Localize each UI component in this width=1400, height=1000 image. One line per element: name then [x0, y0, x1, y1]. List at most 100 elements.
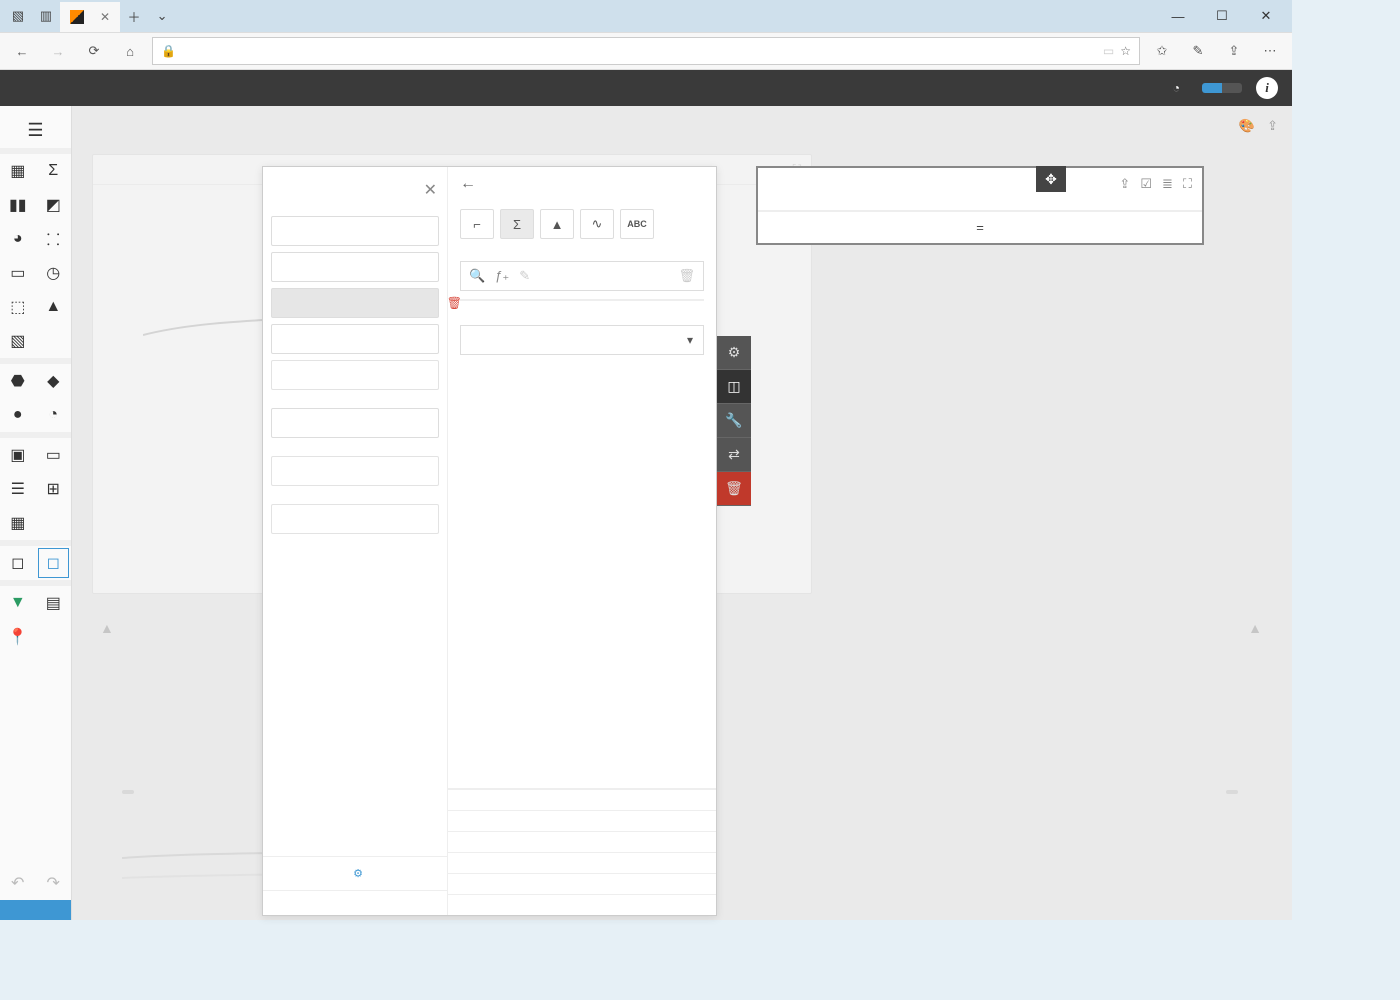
new-tab-icon[interactable]: ＋: [120, 2, 148, 30]
move-handle-icon[interactable]: ✥: [1036, 166, 1066, 192]
window-close-icon[interactable]: ✕: [1244, 2, 1288, 30]
scatter-item-icon[interactable]: ⸬: [36, 222, 72, 256]
combo-filter-icon[interactable]: ▭: [36, 438, 72, 472]
window-minimize-icon[interactable]: —: [1156, 2, 1200, 30]
close-icon[interactable]: ✕: [100, 10, 110, 24]
grid-item-icon[interactable]: ▦: [0, 154, 36, 188]
edit-icon[interactable]: ✎: [519, 268, 530, 284]
range-filter-icon[interactable]: ▣: [0, 438, 36, 472]
window-maximize-icon[interactable]: ☐: [1200, 2, 1244, 30]
pie-map-icon[interactable]: ◔: [36, 398, 72, 432]
editor-footer-tab[interactable]: [263, 890, 447, 915]
filter-icon[interactable]: ≣: [1162, 176, 1173, 192]
pie-item-icon[interactable]: ◕: [0, 222, 36, 256]
data-filtering-button[interactable]: ⚙: [263, 856, 447, 890]
column-editor: ✕ 🗑 ⚙ ← ⌐ Σ: [262, 166, 717, 916]
chart-item-icon[interactable]: ▮▮: [0, 188, 36, 222]
desktop-pill[interactable]: [1202, 83, 1222, 93]
column-width-section[interactable]: [448, 810, 716, 831]
info-icon[interactable]: i: [1256, 77, 1278, 99]
tab-container-icon[interactable]: ◻: [36, 546, 72, 580]
type-delta-icon[interactable]: ▲: [540, 209, 574, 239]
summary-select[interactable]: ▾: [460, 325, 704, 355]
favorites-icon[interactable]: ✩: [1148, 37, 1176, 65]
type-measure-icon[interactable]: Σ: [500, 209, 534, 239]
trash-icon[interactable]: 🗑: [717, 472, 751, 506]
notes-icon[interactable]: ✎: [1184, 37, 1212, 65]
palette-icon[interactable]: 🎨: [1239, 118, 1255, 134]
redo-icon[interactable]: ↷: [36, 866, 72, 900]
reader-icon[interactable]: ▭: [1103, 44, 1114, 58]
viewer-button[interactable]: [0, 900, 71, 920]
forward-icon[interactable]: →: [44, 37, 72, 65]
card-accessories: ▲: [100, 612, 114, 640]
column-item-selected[interactable]: 🗑: [271, 288, 439, 318]
multiselect-icon[interactable]: ☑: [1140, 176, 1152, 192]
totals-section[interactable]: [448, 831, 716, 852]
bound-image-icon[interactable]: ▧: [0, 324, 36, 358]
export-icon[interactable]: ⇪: [1119, 176, 1130, 192]
star-icon[interactable]: ☆: [1120, 44, 1131, 58]
text-item-icon[interactable]: ⬚: [0, 290, 36, 324]
column-item[interactable]: [271, 324, 439, 354]
type-sparkline-icon[interactable]: ∿: [580, 209, 614, 239]
share-icon[interactable]: ⇪: [1220, 37, 1248, 65]
calculations-section[interactable]: [448, 873, 716, 894]
switch-to-viewer-button[interactable]: ◔: [1173, 81, 1188, 95]
pivot-item-icon[interactable]: Σ: [36, 154, 72, 188]
delete-icon[interactable]: 🗑: [447, 296, 462, 310]
type-dimension-icon[interactable]: ⌐: [460, 209, 494, 239]
fx-add-icon[interactable]: ƒ₊: [495, 268, 509, 284]
type-hyperlink-icon[interactable]: ABC: [620, 209, 654, 239]
conditional-formatting-section[interactable]: [448, 852, 716, 873]
refresh-icon[interactable]: ⟳: [80, 37, 108, 65]
funnel-icon[interactable]: ▼: [0, 586, 36, 620]
group-icon[interactable]: ◻: [0, 546, 36, 580]
image-item-icon[interactable]: ▲: [36, 290, 72, 324]
format-section[interactable]: [448, 894, 716, 915]
url-input[interactable]: 🔒 ▭ ☆: [152, 37, 1140, 65]
add-dimension-button[interactable]: [271, 456, 439, 486]
export-icon[interactable]: ⇪: [1267, 118, 1278, 134]
list-filter-icon[interactable]: ☰: [0, 472, 36, 506]
browser-tab[interactable]: ✕: [60, 2, 120, 32]
column-item[interactable]: [271, 252, 439, 282]
summary-type-label: [460, 309, 704, 325]
wrench-icon[interactable]: 🔧: [717, 404, 751, 438]
menu-icon[interactable]: ☰: [16, 112, 56, 148]
tabs-overview-icon[interactable]: ▧: [4, 2, 32, 30]
geopoint-icon[interactable]: ◆: [36, 364, 72, 398]
binding-search[interactable]: 🔍 ƒ₊ ✎ 🗑: [460, 261, 704, 291]
undo-icon[interactable]: ↶: [0, 866, 36, 900]
mobile-pill[interactable]: [1222, 83, 1242, 93]
more-icon[interactable]: ⋯: [1256, 37, 1284, 65]
options-section[interactable]: [448, 789, 716, 810]
transfer-icon[interactable]: ⇄: [717, 438, 751, 472]
column-item[interactable]: [271, 216, 439, 246]
hidden-dimensions-label: [263, 441, 447, 453]
card-item-icon[interactable]: ▭: [0, 256, 36, 290]
gauge-item-icon[interactable]: ◷: [36, 256, 72, 290]
gear-icon[interactable]: ⚙: [717, 336, 751, 370]
type-label: [460, 193, 704, 209]
chevron-down-icon[interactable]: ⌄: [148, 2, 176, 30]
delete-icon[interactable]: 🗑: [678, 268, 695, 284]
dashboard-icon: ◔: [1173, 81, 1180, 95]
add-measure-button[interactable]: [271, 504, 439, 534]
back-icon[interactable]: ←: [8, 37, 36, 65]
custom2-icon[interactable]: ▤: [36, 586, 72, 620]
close-icon[interactable]: ✕: [424, 180, 437, 200]
sparkline-item[interactable]: [271, 408, 439, 438]
back-icon[interactable]: ←: [460, 175, 476, 192]
tabs-aside-icon[interactable]: ▥: [32, 2, 60, 30]
date-filter-icon[interactable]: ▦: [0, 506, 36, 540]
choropleth-icon[interactable]: ⬣: [0, 364, 36, 398]
maximize-icon[interactable]: ⛶: [1183, 176, 1192, 192]
bubble-map-icon[interactable]: ●: [0, 398, 36, 432]
pin-icon[interactable]: 📍: [0, 620, 36, 654]
add-column-button[interactable]: [271, 360, 439, 390]
home-icon[interactable]: ⌂: [116, 37, 144, 65]
layers-icon[interactable]: ◫: [717, 370, 751, 404]
treemap-item-icon[interactable]: ◩: [36, 188, 72, 222]
tree-filter-icon[interactable]: ⊞: [36, 472, 72, 506]
